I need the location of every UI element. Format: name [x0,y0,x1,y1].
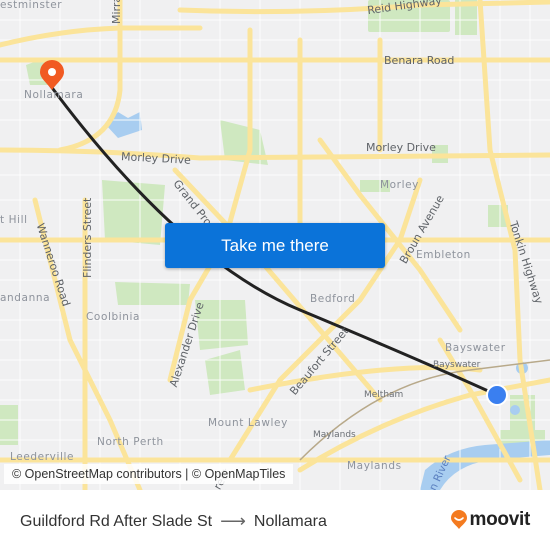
label-morley-drive-west: Morley Drive [120,150,192,167]
label-leederville: Leederville [10,451,75,463]
label-bayswater-suburb: Bayswater [445,342,506,354]
label-nollamara: Nollamara [24,89,84,101]
take-me-there-button[interactable]: Take me there [165,223,385,268]
destination-name: Nollamara [253,512,327,530]
moovit-logo[interactable]: moovit [450,509,530,531]
label-benara-road: Benara Road [384,54,455,67]
arrow-right-icon: ⟶ [220,511,246,531]
label-bayswater-station: Bayswater [433,360,481,370]
map-attribution[interactable]: © OpenStreetMap contributors | © OpenMap… [4,464,294,484]
label-bedford: Bedford [310,293,356,305]
label-morley: Morley [380,179,419,191]
brand-name: moovit [469,509,531,530]
label-coolbinia: Coolbinia [86,311,141,323]
label-embleton: Embleton [416,249,471,261]
origin-dot-icon[interactable] [486,384,508,406]
moovit-pin-icon [450,510,467,529]
label-maylands-suburb: Maylands [347,460,402,472]
label-flinders-street: Flinders Street [81,197,94,278]
label-meltham: Meltham [364,390,404,400]
route-summary: Guildford Rd After Slade St ⟶ Nollamara [20,511,327,532]
label-north-perth: North Perth [97,436,164,448]
origin-name: Guildford Rd After Slade St [20,512,213,530]
label-maylands-station: Maylands [313,430,356,440]
label-morley-drive-east: Morley Drive [366,141,436,154]
label-westminster: estminster [0,0,63,11]
label-hill: t Hill [0,214,28,226]
label-mount-lawley: Mount Lawley [208,417,288,429]
footer: Guildford Rd After Slade St ⟶ Nollamara … [0,490,550,550]
label-mirrabooka: Mirra [110,0,123,24]
label-dianella: andanna [0,292,51,304]
